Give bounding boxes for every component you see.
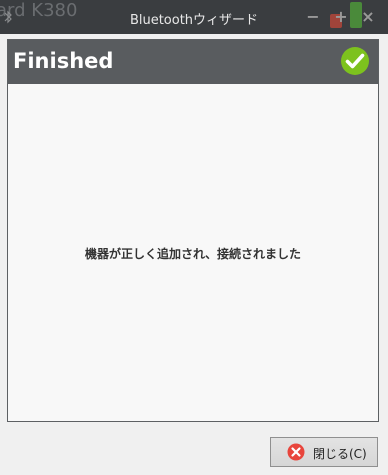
check-circle-icon	[341, 47, 369, 75]
minimize-button[interactable]: −	[303, 7, 323, 27]
status-message: 機器が正しく追加され、接続されました	[84, 247, 302, 261]
page-title: Finished	[13, 49, 114, 73]
title-bar: ard K380 Bluetoothウィザード − + ×	[0, 0, 388, 34]
x-circle-icon	[287, 443, 305, 461]
close-button-label: 閉じる(C)	[313, 447, 367, 461]
wizard-header: Finished	[8, 40, 378, 84]
maximize-button[interactable]: +	[331, 7, 351, 27]
close-window-button[interactable]: ×	[358, 7, 378, 27]
close-button[interactable]: 閉じる(C)	[270, 437, 378, 467]
window-title: Bluetoothウィザード	[129, 13, 259, 28]
wizard-panel: Finished 機器が正しく追加され、接続されました	[7, 39, 379, 422]
